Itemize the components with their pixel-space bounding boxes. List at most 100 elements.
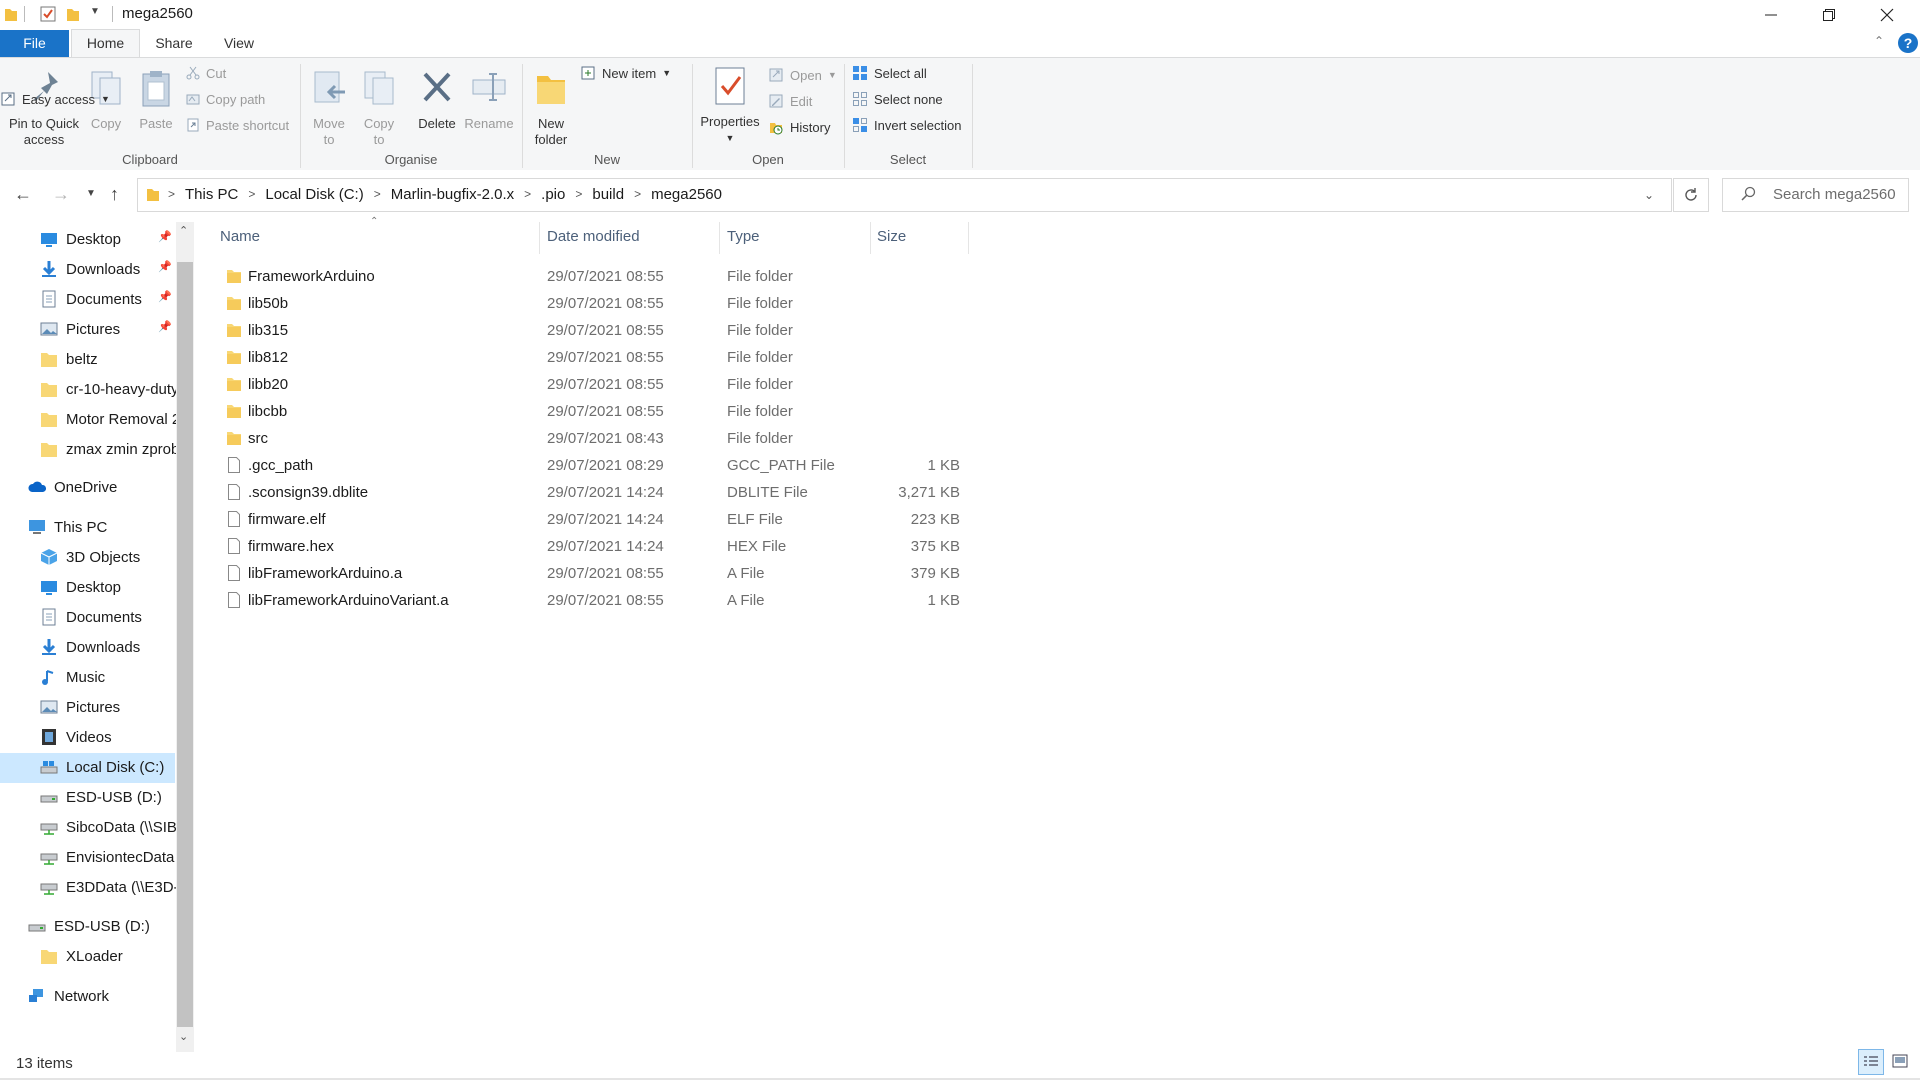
open-button[interactable]: Open ▼ <box>768 64 837 86</box>
nav-item-music[interactable]: Music <box>40 663 105 691</box>
file-row[interactable]: libcbb 29/07/2021 08:55 File folder <box>222 398 972 425</box>
file-row[interactable]: lib50b 29/07/2021 08:55 File folder <box>222 290 972 317</box>
back-button[interactable]: ← <box>14 184 32 205</box>
select-all-button[interactable]: Select all <box>852 62 927 84</box>
collapse-ribbon-icon[interactable]: ⌃ <box>1874 34 1884 48</box>
column-header-type[interactable]: Type <box>727 228 760 245</box>
move-to-button[interactable]: Move to <box>306 68 352 148</box>
nav-item-esd-usb[interactable]: ESD-USB (D:) <box>40 783 162 811</box>
cut-button[interactable]: Cut <box>186 62 226 84</box>
nav-item-beltz[interactable]: beltz <box>40 345 98 373</box>
copy-path-button[interactable]: Copy path <box>186 88 265 110</box>
close-button[interactable] <box>1858 0 1916 30</box>
properties-qat-icon[interactable] <box>40 6 56 22</box>
pin-icon[interactable]: 📌 <box>158 320 172 333</box>
properties-button[interactable]: Properties ▼ <box>698 66 762 146</box>
nav-item-sibcodata[interactable]: SibcoData (\\SIBCO <box>40 813 176 841</box>
easy-access-button[interactable]: Easy access ▼ <box>0 88 110 110</box>
nav-item-network[interactable]: Network <box>28 982 109 1010</box>
nav-item-videos[interactable]: Videos <box>40 723 112 751</box>
nav-item-zmax[interactable]: zmax zmin zprob <box>40 435 176 463</box>
address-dropdown-icon[interactable]: ⌄ <box>1644 188 1654 202</box>
chevron-right-icon[interactable]: > <box>520 187 535 201</box>
minimize-button[interactable] <box>1742 0 1800 30</box>
new-item-button[interactable]: New item ▼ <box>580 62 671 84</box>
chevron-right-icon[interactable]: > <box>571 187 586 201</box>
nav-item-local-disk[interactable]: Local Disk (C:) <box>40 753 164 781</box>
crumb-build[interactable]: build <box>586 186 630 203</box>
help-icon[interactable]: ? <box>1898 33 1918 53</box>
file-row[interactable]: libFrameworkArduino.a 29/07/2021 08:55 A… <box>222 560 972 587</box>
chevron-right-icon[interactable]: > <box>630 187 645 201</box>
tab-share[interactable]: Share <box>152 30 196 57</box>
delete-button[interactable]: Delete <box>412 68 462 132</box>
details-view-button[interactable] <box>1858 1049 1884 1075</box>
nav-item-pc-desktop[interactable]: Desktop <box>40 573 121 601</box>
restore-button[interactable] <box>1800 0 1858 30</box>
recent-locations-icon[interactable]: ▼ <box>86 188 96 199</box>
paste-shortcut-button[interactable]: Paste shortcut <box>186 114 289 136</box>
pin-icon[interactable]: 📌 <box>158 260 172 273</box>
nav-item-pictures[interactable]: Pictures <box>40 315 120 343</box>
nav-item-cr10[interactable]: cr-10-heavy-duty <box>40 375 176 403</box>
file-row[interactable]: lib315 29/07/2021 08:55 File folder <box>222 317 972 344</box>
crumb-pio[interactable]: .pio <box>535 186 571 203</box>
pin-icon[interactable]: 📌 <box>158 290 172 303</box>
file-row[interactable]: libb20 29/07/2021 08:55 File folder <box>222 371 972 398</box>
column-divider[interactable] <box>719 222 720 254</box>
invert-selection-button[interactable]: Invert selection <box>852 114 961 136</box>
nav-item-pc-documents[interactable]: Documents <box>40 603 142 631</box>
chevron-right-icon[interactable]: > <box>370 187 385 201</box>
scroll-down-icon[interactable]: ⌄ <box>179 1030 188 1043</box>
file-row[interactable]: libFrameworkArduinoVariant.a 29/07/2021 … <box>222 587 972 614</box>
nav-item-xloader[interactable]: XLoader <box>40 942 123 970</box>
paste-button[interactable]: Paste <box>134 68 178 132</box>
tab-file[interactable]: File <box>0 30 69 57</box>
crumb-marlin[interactable]: Marlin-bugfix-2.0.x <box>385 186 520 203</box>
file-row[interactable]: FrameworkArduino 29/07/2021 08:55 File f… <box>222 263 972 290</box>
file-row[interactable]: firmware.elf 29/07/2021 14:24 ELF File 2… <box>222 506 972 533</box>
forward-button[interactable]: → <box>52 184 70 205</box>
column-header-date[interactable]: Date modified <box>547 228 640 245</box>
nav-item-desktop[interactable]: Desktop <box>40 225 121 253</box>
nav-item-motor-removal[interactable]: Motor Removal 2 <box>40 405 176 433</box>
chevron-right-icon[interactable]: > <box>164 187 179 201</box>
column-header-name[interactable]: Name <box>220 228 260 245</box>
up-button[interactable]: ↑ <box>110 184 119 205</box>
column-divider[interactable] <box>968 222 969 254</box>
column-divider[interactable] <box>539 222 540 254</box>
select-none-button[interactable]: Select none <box>852 88 943 110</box>
new-folder-qat-icon[interactable] <box>66 6 80 22</box>
scroll-up-icon[interactable]: ⌃ <box>179 224 188 237</box>
crumb-this-pc[interactable]: This PC <box>179 186 244 203</box>
tab-view[interactable]: View <box>222 30 256 57</box>
column-header-size[interactable]: Size <box>877 228 906 245</box>
nav-item-envisiontecdata[interactable]: EnvisiontecData <box>40 843 174 871</box>
file-row[interactable]: firmware.hex 29/07/2021 14:24 HEX File 3… <box>222 533 972 560</box>
search-input[interactable]: Search mega2560 <box>1722 178 1909 212</box>
edit-button[interactable]: Edit <box>768 90 812 112</box>
nav-item-usb-root[interactable]: ESD-USB (D:) <box>28 912 150 940</box>
crumb-local-disk[interactable]: Local Disk (C:) <box>259 186 369 203</box>
file-row[interactable]: .sconsign39.dblite 29/07/2021 14:24 DBLI… <box>222 479 972 506</box>
file-row[interactable]: src 29/07/2021 08:43 File folder <box>222 425 972 452</box>
customize-qat-icon[interactable]: ▼ <box>90 6 100 17</box>
refresh-button[interactable] <box>1673 178 1709 212</box>
nav-item-downloads[interactable]: Downloads <box>40 255 140 283</box>
nav-item-pc-downloads[interactable]: Downloads <box>40 633 140 661</box>
tab-home[interactable]: Home <box>71 29 140 57</box>
large-icons-view-button[interactable] <box>1888 1049 1912 1073</box>
nav-item-3d-objects[interactable]: 3D Objects <box>40 543 140 571</box>
copy-to-button[interactable]: Copy to <box>356 68 402 148</box>
nav-item-this-pc[interactable]: This PC <box>28 513 107 541</box>
column-divider[interactable] <box>870 222 871 254</box>
rename-button[interactable]: Rename <box>462 68 516 132</box>
nav-item-documents[interactable]: Documents <box>40 285 142 313</box>
nav-item-onedrive[interactable]: OneDrive <box>28 473 117 501</box>
nav-scrollbar-thumb[interactable] <box>177 262 193 1027</box>
nav-item-pc-pictures[interactable]: Pictures <box>40 693 120 721</box>
new-folder-button[interactable]: New folder <box>528 68 574 148</box>
pin-icon[interactable]: 📌 <box>158 230 172 243</box>
chevron-right-icon[interactable]: > <box>244 187 259 201</box>
history-button[interactable]: History <box>768 116 830 138</box>
